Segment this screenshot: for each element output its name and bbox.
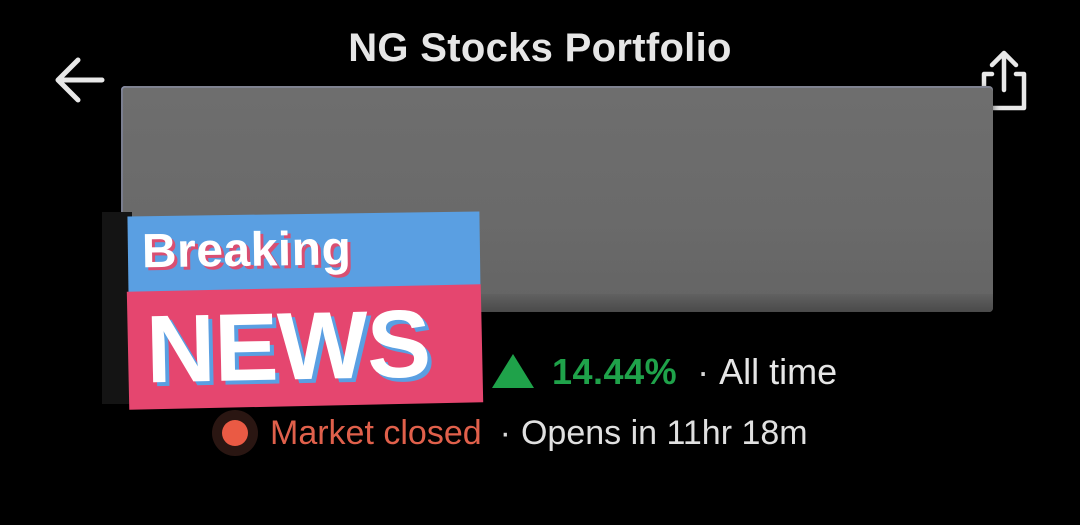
status-dot-inner xyxy=(222,420,248,446)
portfolio-page: NG Stocks Portfolio Breaking NEWS 14.44%… xyxy=(0,0,1080,525)
performance-row: 14.44% · All time xyxy=(492,350,837,394)
news-banner: NEWS xyxy=(126,284,484,410)
news-label: NEWS xyxy=(144,290,432,404)
breaking-news-graphic: Breaking NEWS xyxy=(102,211,487,412)
separator-dot: · xyxy=(697,351,710,392)
market-status-row: Market closed · Opens in 11hr 18m xyxy=(212,410,808,456)
market-status-label: Market closed xyxy=(270,413,482,452)
page-title: NG Stocks Portfolio xyxy=(348,26,732,70)
separator-dot: · xyxy=(499,413,511,452)
market-opens-label: Opens in 11hr 18m xyxy=(520,413,808,452)
triangle-up-icon xyxy=(492,354,534,388)
period-label: All time xyxy=(719,351,838,392)
breaking-label: Breaking xyxy=(141,222,352,279)
status-dot-icon xyxy=(212,410,258,456)
change-percent: 14.44% xyxy=(552,351,678,392)
